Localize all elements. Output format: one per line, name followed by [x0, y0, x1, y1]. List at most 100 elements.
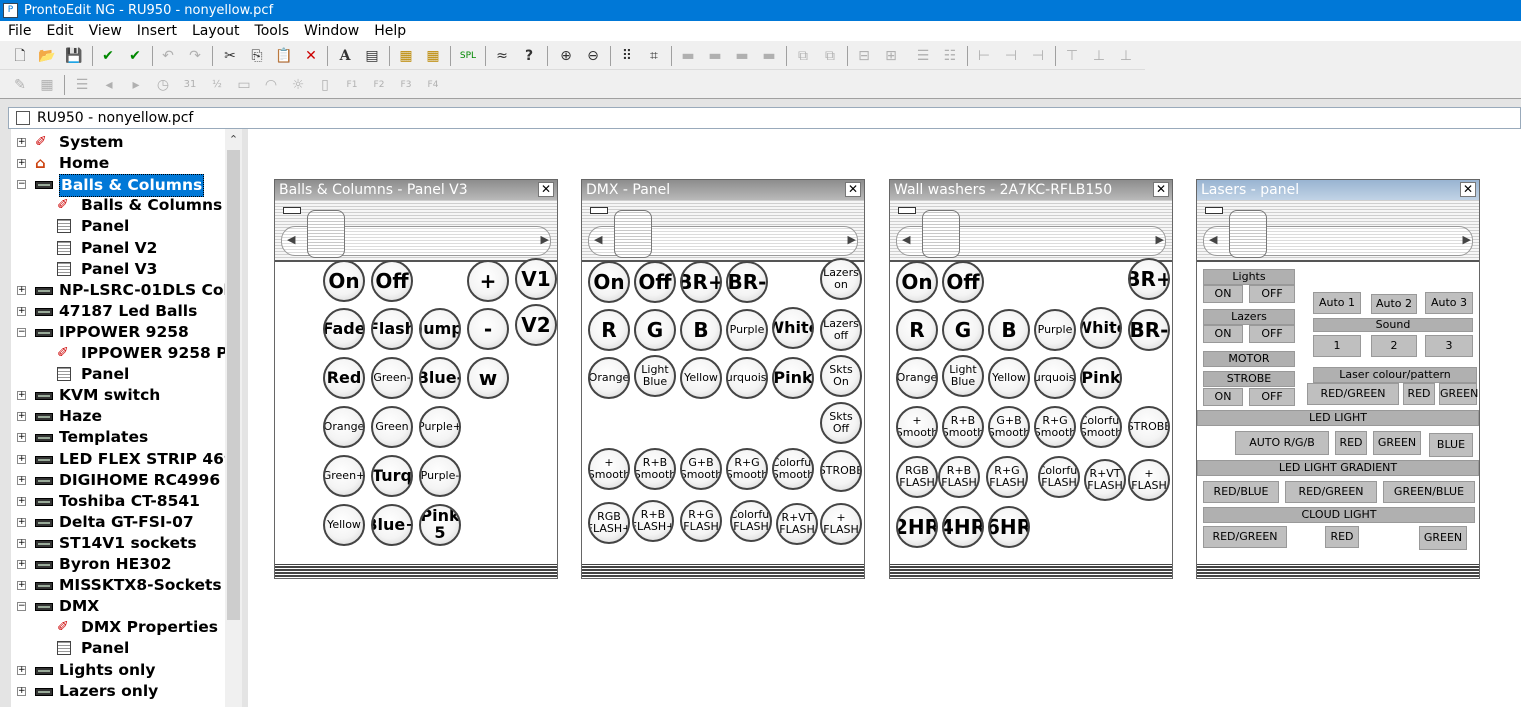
panel-button[interactable]: R+B Smooth	[634, 448, 676, 490]
expand-icon[interactable]: +	[17, 538, 26, 548]
panel-title-bar[interactable]: Lasers - panel ✕	[1197, 180, 1479, 200]
panel-button[interactable]: R+G Smooth	[726, 448, 768, 490]
panel-button[interactable]: Orange	[896, 357, 938, 399]
collapse-icon[interactable]: −	[17, 180, 26, 190]
panel-button[interactable]: Auto 1	[1313, 292, 1361, 314]
panel-button[interactable]: 1	[1313, 335, 1361, 357]
panel-button[interactable]: ON	[1203, 325, 1243, 343]
panel-button[interactable]: RED/BLUE	[1203, 481, 1279, 503]
tree-view[interactable]: + ✐ System + ⌂ Home − Balls & Columns ✐ Balls & C…	[11, 129, 242, 707]
paste-icon[interactable]: 📋	[274, 46, 294, 66]
align-center-icon[interactable]: ⊣	[1001, 46, 1021, 66]
new-icon[interactable]: 🗋	[10, 46, 30, 66]
align-icon[interactable]: ▬	[732, 46, 752, 66]
grid-icon[interactable]: ⠿	[617, 46, 637, 66]
center-icon[interactable]: ⊟	[854, 46, 874, 66]
panel-button[interactable]: GREEN	[1439, 383, 1478, 405]
expand-icon[interactable]: +	[17, 454, 26, 464]
panel-button[interactable]: Red	[323, 357, 365, 399]
menu-view[interactable]: View	[81, 21, 129, 41]
zoom-out-icon[interactable]: ⊖	[583, 46, 603, 66]
panel-button[interactable]: RED	[1403, 383, 1435, 405]
close-icon[interactable]: ✕	[538, 182, 554, 197]
panel-button[interactable]: Pink 5	[419, 504, 461, 546]
cut-icon[interactable]: ✂	[220, 46, 240, 66]
action-icon[interactable]: ▦	[37, 75, 57, 95]
expand-icon[interactable]: +	[17, 306, 26, 316]
panel-button[interactable]: GREEN	[1373, 431, 1421, 455]
expand-icon[interactable]: +	[17, 138, 26, 147]
menu-window[interactable]: Window	[296, 21, 366, 41]
panel-button[interactable]: Purple	[1034, 309, 1076, 351]
panel-button[interactable]: Fade	[323, 308, 365, 350]
panel-button[interactable]: G	[942, 309, 984, 351]
crop-icon[interactable]: ⌗	[644, 46, 664, 66]
panel-button[interactable]: BLUE	[1429, 433, 1473, 457]
panel-button[interactable]: Lazers off	[820, 309, 862, 351]
align-icon[interactable]: ▬	[678, 46, 698, 66]
action-icon[interactable]: ✎	[10, 75, 30, 95]
panel-button[interactable]: Skts Off	[820, 402, 862, 444]
right-icon[interactable]: ▸	[126, 75, 146, 95]
panel-button[interactable]: On	[896, 261, 938, 303]
panel-button[interactable]: Green	[371, 406, 413, 448]
panel-button[interactable]: R+B FLASH	[938, 456, 980, 498]
menu-help[interactable]: Help	[366, 21, 413, 41]
panel-button[interactable]: Purple	[726, 309, 768, 351]
panel-window[interactable]: Balls & Columns - Panel V3 ✕ ◀ ▶ On Off + V1 Fad…	[274, 179, 558, 579]
close-icon[interactable]: ✕	[845, 182, 861, 197]
expand-icon[interactable]: +	[17, 159, 26, 169]
timer-icon[interactable]: ◷	[153, 75, 173, 95]
panel-button[interactable]: + FLASH	[1128, 459, 1170, 501]
panel-button[interactable]: BR-	[1128, 309, 1170, 351]
left-arrow-icon[interactable]: ◀	[1209, 233, 1217, 246]
expand-icon[interactable]: +	[17, 391, 26, 401]
align-icon[interactable]: ▬	[705, 46, 725, 66]
panel-button[interactable]: G+B Smooth	[680, 448, 722, 490]
panel-button[interactable]: RED	[1325, 526, 1359, 548]
panel-button[interactable]: Purple+	[419, 406, 461, 448]
group-icon[interactable]: ⧉	[793, 46, 813, 66]
tool2-icon[interactable]: ▦	[423, 46, 443, 66]
panel-button[interactable]: w	[467, 357, 509, 399]
fraction-icon[interactable]: ½	[207, 75, 227, 95]
center-icon[interactable]: ⊞	[881, 46, 901, 66]
panel-button[interactable]: OFF	[1249, 325, 1295, 343]
left-icon[interactable]: ◂	[99, 75, 119, 95]
right-arrow-icon[interactable]: ▶	[1156, 233, 1164, 246]
panel-button[interactable]: On	[323, 260, 365, 302]
wifi-icon[interactable]: ◠	[261, 75, 281, 95]
panel-button[interactable]: Orange	[323, 406, 365, 448]
panel-button[interactable]: Off	[942, 261, 984, 303]
left-arrow-icon[interactable]: ◀	[594, 233, 602, 246]
panel-button[interactable]: Green-	[371, 357, 413, 399]
panel-button[interactable]: Pink	[772, 357, 814, 399]
panel-button[interactable]: Colorful Smooth	[1080, 406, 1122, 448]
panel-button[interactable]: 4HR	[942, 506, 984, 548]
panel-button[interactable]: Lazers on	[820, 258, 862, 300]
panel-button[interactable]: Flash	[371, 308, 413, 350]
expand-icon[interactable]: +	[17, 517, 26, 527]
panel-button[interactable]: Off	[371, 260, 413, 302]
panel-button[interactable]: G	[634, 309, 676, 351]
panel-button[interactable]: RED/GREEN	[1285, 481, 1377, 503]
panel-button[interactable]: + FLASH	[820, 503, 862, 545]
help-icon[interactable]: ?	[519, 46, 539, 66]
panel-button[interactable]: R+VT FLASH	[776, 503, 818, 545]
space-icon[interactable]: ☰	[913, 46, 933, 66]
collapse-icon[interactable]: −	[17, 602, 26, 612]
panel-button[interactable]: Purple-	[419, 455, 461, 497]
undo-icon[interactable]: ↶	[158, 46, 178, 66]
panel-button[interactable]: Turquoise	[1034, 357, 1076, 399]
scroll-up-icon[interactable]: ⌃	[225, 131, 242, 148]
panel-button[interactable]: 2	[1371, 335, 1417, 357]
panel-button[interactable]: R+VT FLASH	[1084, 459, 1126, 501]
panel-button[interactable]: Pink	[1080, 357, 1122, 399]
panel-button[interactable]: 6HR	[988, 506, 1030, 548]
test2-icon[interactable]: ✔	[125, 46, 145, 66]
copy-icon[interactable]: ⎘	[247, 46, 267, 66]
panel-button[interactable]: R+B FLASH+	[632, 500, 674, 542]
expand-icon[interactable]: +	[17, 412, 26, 422]
panel-button[interactable]: STROBE	[1128, 406, 1170, 448]
panel-button[interactable]: B	[988, 309, 1030, 351]
